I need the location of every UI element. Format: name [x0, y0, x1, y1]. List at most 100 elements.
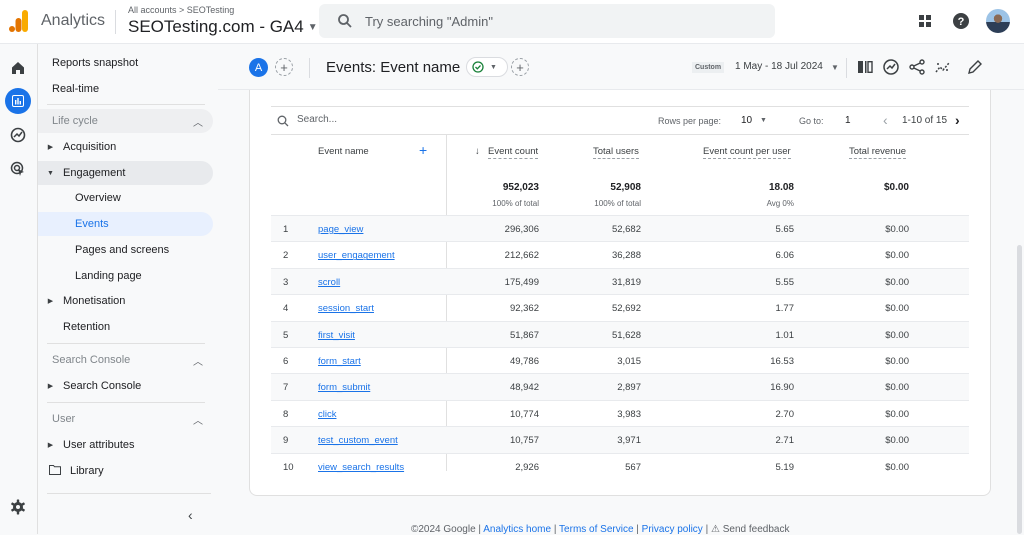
footer-link-terms[interactable]: Terms of Service: [559, 524, 633, 535]
explore-icon[interactable]: [5, 122, 31, 148]
events-table-card: Rows per page: 10 ▼ Go to: 1 ‹ 1-10 of 1…: [249, 90, 991, 496]
footer-link-privacy[interactable]: Privacy policy: [642, 524, 703, 535]
total-users-cell: 2,897: [617, 382, 641, 394]
send-feedback-link[interactable]: Send feedback: [723, 524, 790, 535]
event-name-link[interactable]: click: [318, 409, 336, 420]
rows-per-page-select[interactable]: 10: [741, 115, 752, 126]
reports-icon[interactable]: [5, 88, 31, 114]
comparison-chip[interactable]: A: [249, 58, 268, 77]
table-row: 6 form_start 49,786 3,015 16.53 $0.00: [271, 346, 969, 373]
divider: [47, 343, 205, 344]
gear-icon[interactable]: [5, 494, 31, 520]
page-scrollbar[interactable]: [1017, 245, 1022, 534]
advertising-icon[interactable]: [5, 156, 31, 182]
revenue-cell: $0.00: [885, 355, 909, 367]
event-name-link[interactable]: scroll: [318, 277, 340, 288]
next-page-chevron-right-icon[interactable]: ›: [955, 112, 960, 128]
add-filter-plus-icon[interactable]: +: [511, 58, 529, 76]
sort-arrow-down-icon[interactable]: ↓: [475, 146, 480, 157]
folder-icon: [38, 464, 70, 478]
section-life-cycle-label: Life cycle: [52, 115, 98, 127]
edit-pencil-icon[interactable]: [966, 58, 984, 76]
total-users-cell: 31,819: [611, 276, 641, 288]
caret-right-icon: ▶: [47, 442, 54, 449]
analytics-logo-icon[interactable]: [9, 9, 29, 33]
chevron-up-icon: ︿: [193, 117, 203, 129]
apps-grid-icon[interactable]: [914, 10, 936, 32]
property-selector[interactable]: SEOTesting.com - GA4 ▼: [128, 17, 318, 37]
event-name-link[interactable]: session_start: [318, 303, 374, 314]
insights-icon[interactable]: [882, 58, 900, 76]
caret-down-icon: ▼: [47, 169, 54, 177]
column-header-event-name[interactable]: Event name: [318, 146, 369, 157]
caret-down-icon[interactable]: ▼: [760, 117, 767, 124]
previous-page-chevron-left-icon[interactable]: ‹: [883, 112, 888, 128]
divider: [115, 10, 116, 34]
footer-link-analytics-home[interactable]: Analytics home: [483, 524, 551, 535]
sidebar-item-engagement[interactable]: ▼ Engagement: [38, 161, 213, 185]
section-life-cycle[interactable]: Life cycle ︿: [38, 109, 213, 133]
table-row: 7 form_submit 48,942 2,897 16.90 $0.00: [271, 373, 969, 400]
help-icon[interactable]: ?: [950, 10, 972, 32]
reports-sidebar: Reports snapshot Real-time Life cycle ︿ …: [38, 44, 218, 534]
sidebar-item-acquisition[interactable]: ▶ Acquisition: [38, 135, 213, 159]
caret-down-icon[interactable]: ▼: [831, 63, 839, 72]
search-icon: [338, 14, 352, 28]
event-name-link[interactable]: form_start: [318, 356, 361, 367]
sidebar-item-events[interactable]: Events: [38, 212, 213, 236]
report-status-dropdown[interactable]: ▼: [466, 57, 508, 77]
caret-down-icon: ▼: [307, 22, 318, 34]
total-users-cell: 3,015: [617, 355, 641, 367]
user-avatar[interactable]: [986, 9, 1010, 33]
column-header-event-count[interactable]: Event count: [488, 146, 539, 159]
section-search-console[interactable]: Search Console ︿: [38, 348, 213, 372]
account-breadcrumb[interactable]: All accounts > SEOTesting: [128, 5, 234, 15]
total-users-cell: 36,288: [611, 250, 641, 262]
sidebar-item-label: Library: [70, 465, 104, 477]
sidebar-item-landing-page[interactable]: Landing page: [38, 264, 213, 288]
event-name-link[interactable]: user_engagement: [318, 250, 395, 261]
column-header-total-users[interactable]: Total users: [593, 146, 639, 159]
sidebar-item-realtime[interactable]: Real-time: [52, 83, 99, 95]
section-user[interactable]: User ︿: [38, 407, 213, 431]
feedback-icon[interactable]: ⚠: [711, 524, 720, 535]
global-search-input[interactable]: [365, 13, 745, 29]
event-name-link[interactable]: view_search_results: [318, 462, 404, 473]
sidebar-item-pages-and-screens[interactable]: Pages and screens: [38, 238, 213, 262]
sidebar-item-retention[interactable]: Retention: [38, 315, 213, 339]
event-name-link[interactable]: test_custom_event: [318, 435, 398, 446]
sidebar-item-monetisation[interactable]: ▶ Monetisation: [38, 289, 213, 313]
table-body: 1 page_view 296,306 52,682 5.65 $0.00 2 user_en…: [271, 215, 969, 479]
column-header-event-count-per-user[interactable]: Event count per user: [703, 146, 791, 159]
per-user-cell: 16.53: [770, 355, 794, 367]
event-name-link[interactable]: first_visit: [318, 330, 355, 341]
chevron-up-icon: ︿: [193, 356, 203, 368]
collapse-sidebar-chevron-left-icon[interactable]: ‹: [188, 507, 193, 523]
sidebar-item-library[interactable]: Library: [38, 459, 213, 483]
table-row: 9 test_custom_event 10,757 3,971 2.71 $0.00: [271, 426, 969, 453]
per-user-cell: 5.55: [775, 276, 795, 288]
add-comparison-plus-icon[interactable]: +: [275, 58, 293, 76]
goto-page-input[interactable]: 1: [845, 115, 851, 126]
sidebar-item-overview[interactable]: Overview: [38, 186, 213, 210]
row-index: 8: [283, 408, 289, 420]
sidebar-item-reports-snapshot[interactable]: Reports snapshot: [52, 57, 138, 69]
sidebar-item-search-console[interactable]: ▶ Search Console: [38, 374, 213, 398]
total-per-user-sub: Avg 0%: [766, 199, 794, 208]
event-name-link[interactable]: form_submit: [318, 382, 370, 393]
column-header-total-revenue[interactable]: Total revenue: [849, 146, 907, 159]
compare-columns-icon[interactable]: [856, 58, 874, 76]
row-index: 6: [283, 355, 289, 367]
share-icon[interactable]: [908, 58, 926, 76]
table-search-input[interactable]: [297, 114, 547, 125]
global-search[interactable]: [319, 4, 775, 38]
event-name-link[interactable]: page_view: [318, 224, 363, 235]
total-users-cell: 51,628: [611, 329, 641, 341]
report-header: A + Events: Event name ▼ + Custom 1 May …: [218, 44, 1024, 90]
anomaly-trend-icon[interactable]: [934, 58, 952, 76]
per-user-cell: 5.19: [775, 461, 795, 473]
add-dimension-plus-icon[interactable]: +: [419, 142, 427, 158]
date-range-picker[interactable]: 1 May - 18 Jul 2024: [735, 61, 823, 72]
sidebar-item-user-attributes[interactable]: ▶ User attributes: [38, 433, 213, 457]
home-icon[interactable]: [5, 55, 31, 81]
